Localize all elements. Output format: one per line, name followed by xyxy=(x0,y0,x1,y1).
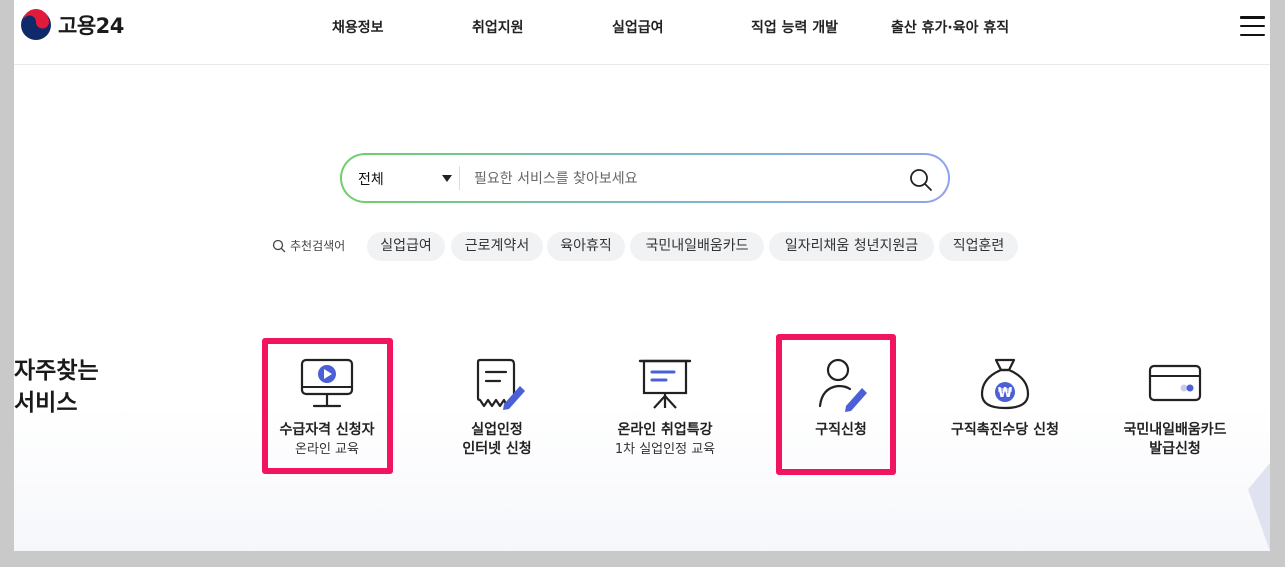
search-bar: 전체 xyxy=(340,153,950,203)
keyword-chip[interactable]: 일자리채움 청년지원금 xyxy=(769,232,934,261)
keyword-chip[interactable]: 근로계약서 xyxy=(451,232,543,261)
search-divider xyxy=(459,166,460,190)
menu-hamburger-icon[interactable] xyxy=(1240,16,1265,36)
main-content: 전체 추천검색어 실업급여 근로계약서 육아휴직 국민내일배움카드 일자리채움 … xyxy=(14,65,1270,551)
money-bag-won-icon: ₩ xyxy=(980,358,1030,410)
document-pen-icon xyxy=(476,358,525,410)
taegeuk-logo-icon xyxy=(21,9,51,40)
service-learning-card-issue[interactable]: 국민내일배움카드 발급신청 xyxy=(1110,338,1240,473)
favorite-services-title: 자주찾는 서비스 xyxy=(14,358,99,416)
recommended-keywords-label: 추천검색어 xyxy=(272,237,345,254)
keyword-chip[interactable]: 국민내일배움카드 xyxy=(630,232,764,261)
nav-item-parental-leave[interactable]: 출산 휴가·육아 휴직 xyxy=(891,17,1009,37)
credit-card-icon xyxy=(1148,364,1202,402)
highlight-frame xyxy=(776,334,896,475)
service-job-seeking-allowance[interactable]: ₩ 구직촉진수당 신청 xyxy=(940,338,1070,473)
search-icon[interactable] xyxy=(909,168,933,192)
keyword-chip[interactable]: 실업급여 xyxy=(367,232,445,261)
search-small-icon xyxy=(272,239,286,252)
page: 고용24 채용정보 취업지원 실업급여 직업 능력 개발 출산 휴가·육아 휴직… xyxy=(0,0,1285,567)
nav-item-employment-support[interactable]: 취업지원 xyxy=(472,17,524,37)
top-header: 고용24 채용정보 취업지원 실업급여 직업 능력 개발 출산 휴가·육아 휴직 xyxy=(14,0,1270,65)
chevron-down-icon[interactable] xyxy=(442,175,452,182)
search-input[interactable] xyxy=(472,163,886,195)
service-unemployment-recognition[interactable]: 실업인정 인터넷 신청 xyxy=(432,338,562,473)
keyword-chip[interactable]: 직업훈련 xyxy=(939,232,1018,261)
nav-item-vocational-training[interactable]: 직업 능력 개발 xyxy=(751,17,838,37)
site-logo[interactable]: 고용24 xyxy=(20,9,124,41)
nav-item-jobs[interactable]: 채용정보 xyxy=(332,17,384,37)
svg-text:₩: ₩ xyxy=(998,386,1013,401)
nav-item-unemployment-benefit[interactable]: 실업급여 xyxy=(612,17,664,37)
logo-text: 고용24 xyxy=(58,14,124,38)
highlight-frame xyxy=(262,338,393,474)
presentation-board-icon xyxy=(638,359,692,409)
service-online-job-lecture[interactable]: 온라인 취업특강 1차 실업인정 교육 xyxy=(600,338,730,473)
search-category-select[interactable]: 전체 xyxy=(358,169,384,189)
keyword-chip[interactable]: 육아휴직 xyxy=(547,232,625,261)
